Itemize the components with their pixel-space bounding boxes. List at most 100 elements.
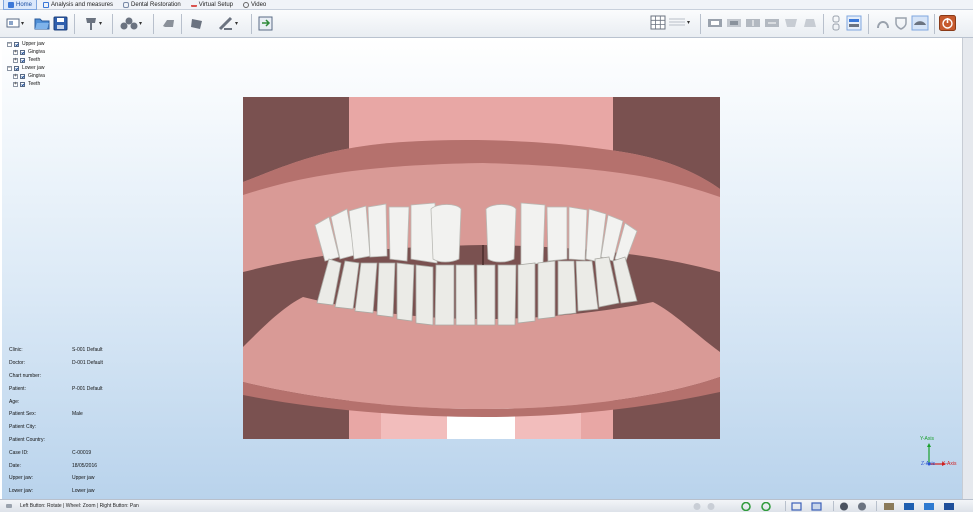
cube-wire-icon[interactable] bbox=[924, 503, 934, 510]
view-right-button[interactable] bbox=[764, 17, 780, 29]
save-button[interactable] bbox=[53, 16, 68, 31]
gum-view-button[interactable] bbox=[894, 16, 908, 30]
visibility-checkbox[interactable] bbox=[20, 49, 25, 55]
cube-solid-icon[interactable] bbox=[904, 503, 914, 510]
zoom-controls bbox=[693, 503, 715, 510]
shaded-sphere-icon[interactable] bbox=[840, 502, 848, 511]
tab-video[interactable]: Video bbox=[239, 0, 270, 9]
upper-jaw-toggle[interactable] bbox=[830, 15, 842, 31]
export-button[interactable] bbox=[258, 16, 273, 31]
collapse-icon[interactable]: − bbox=[7, 65, 12, 71]
visibility-checkbox[interactable] bbox=[20, 81, 25, 87]
toolbar-separator bbox=[181, 14, 182, 34]
cut-tool-button[interactable] bbox=[190, 17, 204, 30]
status-separator bbox=[876, 501, 877, 511]
dental-model-3d[interactable] bbox=[243, 97, 720, 439]
zoom-out-icon[interactable] bbox=[707, 503, 715, 510]
tab-dental-restoration[interactable]: Dental Restoration bbox=[119, 0, 185, 9]
tab-home[interactable]: Home bbox=[3, 0, 38, 10]
info-row-upper-jaw: Upper jaw: Upper jaw bbox=[9, 472, 103, 485]
status-icon bbox=[6, 504, 12, 508]
vertical-scrollbar[interactable] bbox=[962, 38, 973, 499]
cut-tool-icon bbox=[191, 19, 202, 29]
tree-node-label: Teeth bbox=[28, 81, 41, 87]
zoom-in-icon[interactable] bbox=[693, 503, 701, 510]
power-button[interactable] bbox=[939, 15, 956, 31]
tooth-tool-button[interactable]: ▾ bbox=[84, 16, 102, 31]
occlusion-button[interactable] bbox=[846, 15, 862, 31]
render-mode-controls bbox=[884, 503, 954, 510]
3d-viewport[interactable]: − Upper jaw + Gingiva + Teeth − Lower ja… bbox=[2, 38, 962, 499]
info-label: Upper jaw: bbox=[9, 475, 33, 482]
grid-settings-icon bbox=[669, 18, 685, 26]
rotate-icon[interactable] bbox=[741, 502, 751, 511]
chevron-down-icon: ▾ bbox=[21, 20, 25, 27]
tree-node-upper-gingiva[interactable]: + Gingiva bbox=[7, 48, 45, 56]
view-back-button[interactable] bbox=[726, 17, 742, 29]
tree-node-label: Teeth bbox=[28, 57, 41, 63]
toolbar-separator bbox=[934, 14, 935, 34]
tab-analysis[interactable]: Analysis and measures bbox=[39, 0, 117, 9]
measure-icon bbox=[218, 16, 233, 31]
grid-button[interactable] bbox=[650, 15, 666, 30]
tree-node-lower-gingiva[interactable]: + Gingiva bbox=[7, 72, 45, 80]
info-label: Patient Country: bbox=[9, 436, 45, 443]
display-mode-button[interactable] bbox=[911, 15, 929, 31]
visibility-checkbox[interactable] bbox=[14, 41, 19, 47]
info-row-clinic: Clinic: S-001 Default bbox=[9, 344, 103, 357]
status-bar: Left Button: Rotate | Wheel: Zoom | Righ… bbox=[0, 499, 973, 512]
view-left-button[interactable] bbox=[745, 17, 761, 29]
tree-node-upper-jaw[interactable]: − Upper jaw bbox=[7, 40, 45, 48]
tree-node-upper-teeth[interactable]: + Teeth bbox=[7, 56, 45, 64]
open-button[interactable] bbox=[34, 16, 50, 30]
toolbar-separator bbox=[112, 14, 113, 34]
shield-icon bbox=[895, 17, 907, 30]
occlusion-icon bbox=[846, 15, 862, 31]
info-label: Age: bbox=[9, 398, 20, 405]
view-bottom-button[interactable] bbox=[802, 17, 818, 29]
objects-button[interactable]: ▾ bbox=[120, 17, 142, 30]
tree-node-lower-jaw[interactable]: − Lower jaw bbox=[7, 64, 45, 72]
multi-view-icon[interactable] bbox=[811, 502, 822, 511]
tree-node-label: Lower jaw bbox=[22, 65, 45, 71]
main-toolbar: ▾ ▾ ▾ ▾ ▾ bbox=[0, 10, 973, 38]
tree-node-lower-teeth[interactable]: + Teeth bbox=[7, 80, 45, 88]
grid-settings-button[interactable]: ▾ bbox=[668, 16, 690, 29]
pan-tool-button[interactable] bbox=[162, 18, 175, 29]
arch-view-button[interactable] bbox=[876, 16, 890, 30]
view-right-icon bbox=[765, 19, 779, 27]
view-top-button[interactable] bbox=[783, 17, 799, 29]
toolbar-separator bbox=[74, 14, 75, 34]
tab-virtual-setup[interactable]: Virtual Setup bbox=[187, 0, 237, 9]
visibility-checkbox[interactable] bbox=[20, 57, 25, 63]
expand-icon[interactable]: + bbox=[13, 81, 18, 87]
info-label: Chart number: bbox=[9, 372, 41, 379]
rotate-reverse-icon[interactable] bbox=[761, 502, 771, 511]
expand-icon[interactable]: + bbox=[13, 57, 18, 63]
measure-tool-button[interactable]: ▾ bbox=[218, 16, 238, 31]
save-icon bbox=[53, 16, 68, 31]
cube-transparent-icon[interactable] bbox=[944, 503, 954, 510]
info-row-case-id: Case ID: C-00019 bbox=[9, 446, 103, 459]
info-value: S-001 Default bbox=[72, 347, 103, 354]
texture-icon[interactable] bbox=[884, 503, 894, 510]
info-value: Male bbox=[72, 411, 83, 418]
arch-icon bbox=[877, 21, 889, 29]
visibility-checkbox[interactable] bbox=[14, 65, 19, 71]
view-front-button[interactable] bbox=[707, 17, 723, 29]
visibility-checkbox[interactable] bbox=[20, 73, 25, 79]
expand-icon[interactable]: + bbox=[13, 73, 18, 79]
toolbar-separator bbox=[700, 14, 701, 34]
collapse-icon[interactable]: − bbox=[7, 41, 12, 47]
single-view-icon[interactable] bbox=[791, 502, 802, 511]
tab-home-label: Home bbox=[16, 1, 33, 8]
wire-sphere-icon[interactable] bbox=[858, 502, 866, 511]
tree-node-label: Gingiva bbox=[28, 49, 45, 55]
layout-button[interactable]: ▾ bbox=[6, 17, 24, 29]
expand-icon[interactable]: + bbox=[13, 49, 18, 55]
info-row-city: Patient City: bbox=[9, 421, 103, 434]
tab-dental-restoration-label: Dental Restoration bbox=[131, 1, 181, 8]
info-row-doctor: Doctor: D-001 Default bbox=[9, 357, 103, 370]
toolbar-separator bbox=[153, 14, 154, 34]
info-label: Patient: bbox=[9, 385, 26, 392]
